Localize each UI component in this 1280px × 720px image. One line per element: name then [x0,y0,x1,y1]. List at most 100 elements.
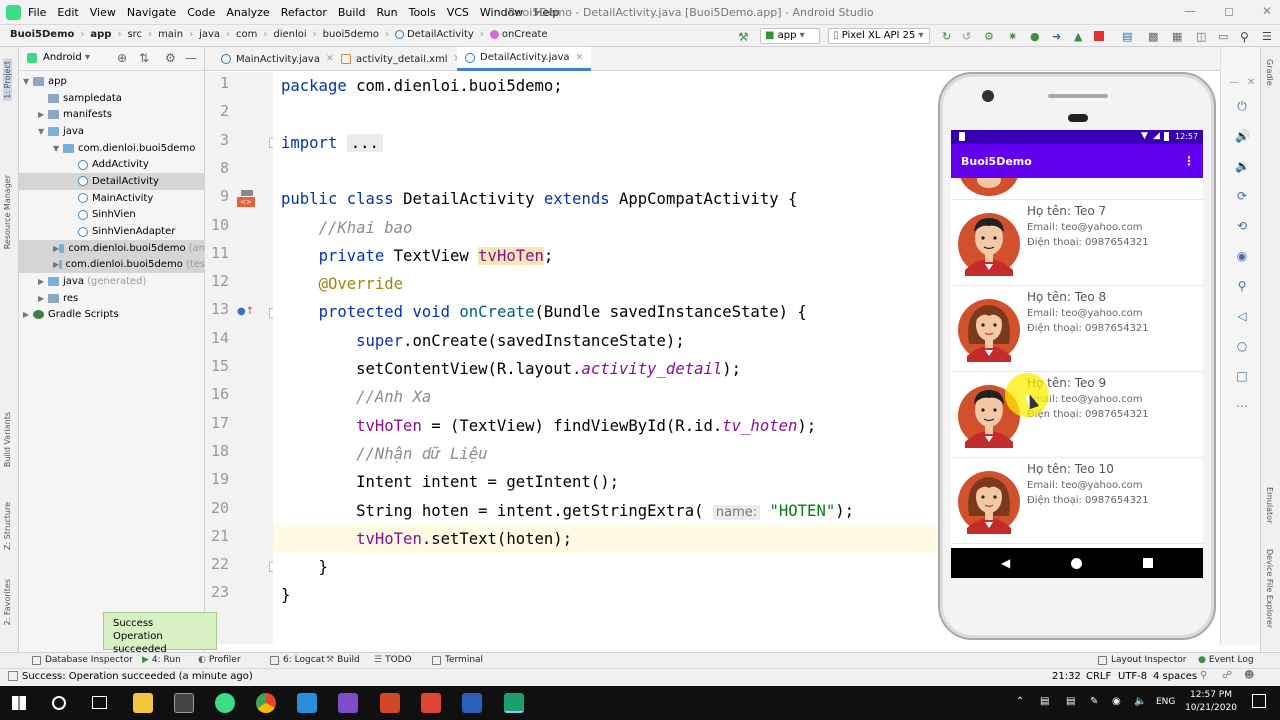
profile-icon[interactable]: ● [1030,30,1042,43]
breadcrumb-item[interactable]: main [158,29,183,40]
code-line[interactable]: } [281,581,290,609]
word-icon[interactable] [462,693,482,713]
android-studio-icon[interactable] [215,693,235,713]
code-line[interactable]: private TextView tvHoTen; [281,242,553,270]
tree-item[interactable]: SinhVienAdapter [19,223,205,240]
pen-icon[interactable]: ✎ [1090,696,1098,707]
chevron-right-icon[interactable]: ▶ [38,294,48,303]
close-emulator-icon[interactable]: ✕ [1247,77,1255,88]
gradle-sync-icon[interactable]: ▤ [1122,30,1134,43]
breadcrumb-item[interactable]: com [236,29,257,40]
tree-item[interactable]: sampledata [19,90,205,107]
chevron-down-icon[interactable]: ▼ [53,144,63,153]
menu-vcs[interactable]: VCS [447,6,469,19]
back-icon[interactable]: ◀ [1001,556,1010,570]
sdk-manager-icon[interactable]: ▦ [1172,30,1184,43]
gradle-tab[interactable]: Gradle [1265,59,1274,86]
chevron-down-icon[interactable]: ▼ [38,127,48,136]
chevron-right-icon[interactable]: ▶ [38,110,48,119]
layout-inspector-tab[interactable]: Layout Inspector [1098,655,1186,665]
menu-view[interactable]: View [90,6,116,19]
zoom-icon[interactable]: ⚲ [1235,279,1249,293]
event-log-tab[interactable]: ● Event Log [1198,655,1254,665]
minimize-emulator-icon[interactable]: — [1229,77,1239,88]
breadcrumb-item[interactable]: app [90,29,111,40]
menu-file[interactable]: File [28,6,46,19]
close-tab-icon[interactable]: ✕ [576,53,584,63]
overview-button-icon[interactable]: □ [1235,369,1249,383]
hide-icon[interactable]: — [185,51,197,65]
resource-manager-tab[interactable]: Resource Manager [3,175,12,249]
list-item[interactable]: Họ tên: Teo 10 Email: teo@yahoo.com Điện t… [951,458,1203,544]
run-tab[interactable]: ▶ 4: Run [142,655,181,665]
device-icon[interactable]: ▭ [1218,30,1230,43]
list-item[interactable]: Họ tên: Teo 7 Email: teo@yahoo.com Điện th… [951,200,1203,286]
file-explorer-icon[interactable] [133,693,153,713]
network-icon[interactable]: ▤ [1066,696,1075,707]
avd-manager-icon[interactable]: ▩ [1148,30,1160,43]
override-icon[interactable]: <> [237,190,255,207]
breadcrumb-item[interactable]: dienloi [273,29,306,40]
tree-item[interactable]: ▶ res [19,290,205,307]
run-icon[interactable]: ↻ [942,30,954,43]
tree-item[interactable]: DetailActivity [19,173,205,190]
back-button-icon[interactable]: ◁ [1235,309,1249,323]
notification-icon[interactable] [1252,694,1266,708]
code-line[interactable]: } [281,553,328,581]
chevron-down-icon[interactable]: ▼ [23,77,33,86]
menu-code[interactable]: Code [187,6,215,19]
chevron-right-icon[interactable]: ▶ [38,277,48,286]
menu-analyze[interactable]: Analyze [226,6,269,19]
chrome-icon[interactable] [256,693,276,713]
code-line[interactable]: //Khai bao [281,214,413,242]
maximize-icon[interactable]: ◻ [1224,4,1234,18]
list-item[interactable]: Họ tên: Teo 9 Email: teo@yahoo.com Điện th… [951,372,1203,458]
visual-studio-icon[interactable] [338,693,358,713]
volume-down-icon[interactable]: 🔉 [1235,159,1250,173]
snipping-tool-icon[interactable] [174,693,194,713]
debug-icon[interactable]: ⚙ [984,30,996,43]
code-line[interactable]: tvHoTen.setText(hoten); [273,524,938,553]
code-line[interactable]: package com.dienloi.buoi5demo; [281,72,563,100]
project-view-select[interactable]: Android [43,52,82,63]
volume-up-icon[interactable]: 🔊 [1235,129,1250,143]
menu-edit[interactable]: Edit [57,6,78,19]
device-file-explorer-tab[interactable]: Device File Explorer [1265,549,1274,628]
tab-activity-detail-xml[interactable]: activity_detail.xml✕ [333,47,469,71]
tree-item[interactable]: SinhVien [19,207,205,224]
build-tab[interactable]: ⚒ Build [326,655,360,665]
layout-icon[interactable]: ◫ [1196,30,1208,43]
tree-item[interactable]: ▼ com.dienloi.buoi5demo [19,140,205,157]
tree-item[interactable]: ▶ com.dienloi.buoi5demo (an [19,239,205,257]
attach-icon[interactable]: ➜ [1052,30,1064,43]
android-studio-active-icon[interactable] [504,693,524,713]
cursor-position[interactable]: 21:32 [1052,671,1081,682]
bug-icon[interactable]: ✷ [1008,30,1020,43]
taskbar-clock[interactable]: 12:57 PM 10/21/2020 [1176,689,1246,715]
search-icon[interactable]: ⚲ [1240,30,1252,44]
vscode-icon[interactable] [297,693,317,713]
breadcrumb-item[interactable]: java [199,29,220,40]
tree-item[interactable]: ▼ java [19,123,205,140]
chevron-down-icon[interactable]: ▾ [85,52,90,63]
breadcrumb-item[interactable]: buoi5demo [323,29,379,40]
build-variants-tab[interactable]: Build Variants [3,412,12,467]
menu-build[interactable]: Build [338,6,366,19]
settings-icon[interactable]: ☰ [1262,30,1274,43]
indent-setting[interactable]: 4 spaces [1153,671,1197,682]
home-button-icon[interactable]: ○ [1235,339,1249,353]
locate-icon[interactable]: ⊕ [117,51,127,65]
line-separator[interactable]: CRLF [1086,671,1111,682]
overflow-menu-icon[interactable]: ⋮ [1183,154,1195,168]
code-line[interactable]: setContentView(R.layout.activity_detail)… [281,355,741,383]
search-icon[interactable] [52,696,66,710]
windows-start-icon[interactable] [12,696,26,710]
file-encoding[interactable]: UTF-8 [1118,671,1147,682]
apply-changes-icon[interactable]: ↺ [962,30,974,43]
logcat-tab[interactable]: 6: Logcat [270,655,325,665]
success-toast[interactable]: Success Operation succeeded [103,612,217,655]
tree-item[interactable]: ▼ app [19,73,205,90]
menu-refactor[interactable]: Refactor [281,6,327,19]
code-line[interactable]: protected void onCreate(Bundle savedInst… [281,298,807,326]
emulator-tab[interactable]: Emulator [1265,487,1274,523]
